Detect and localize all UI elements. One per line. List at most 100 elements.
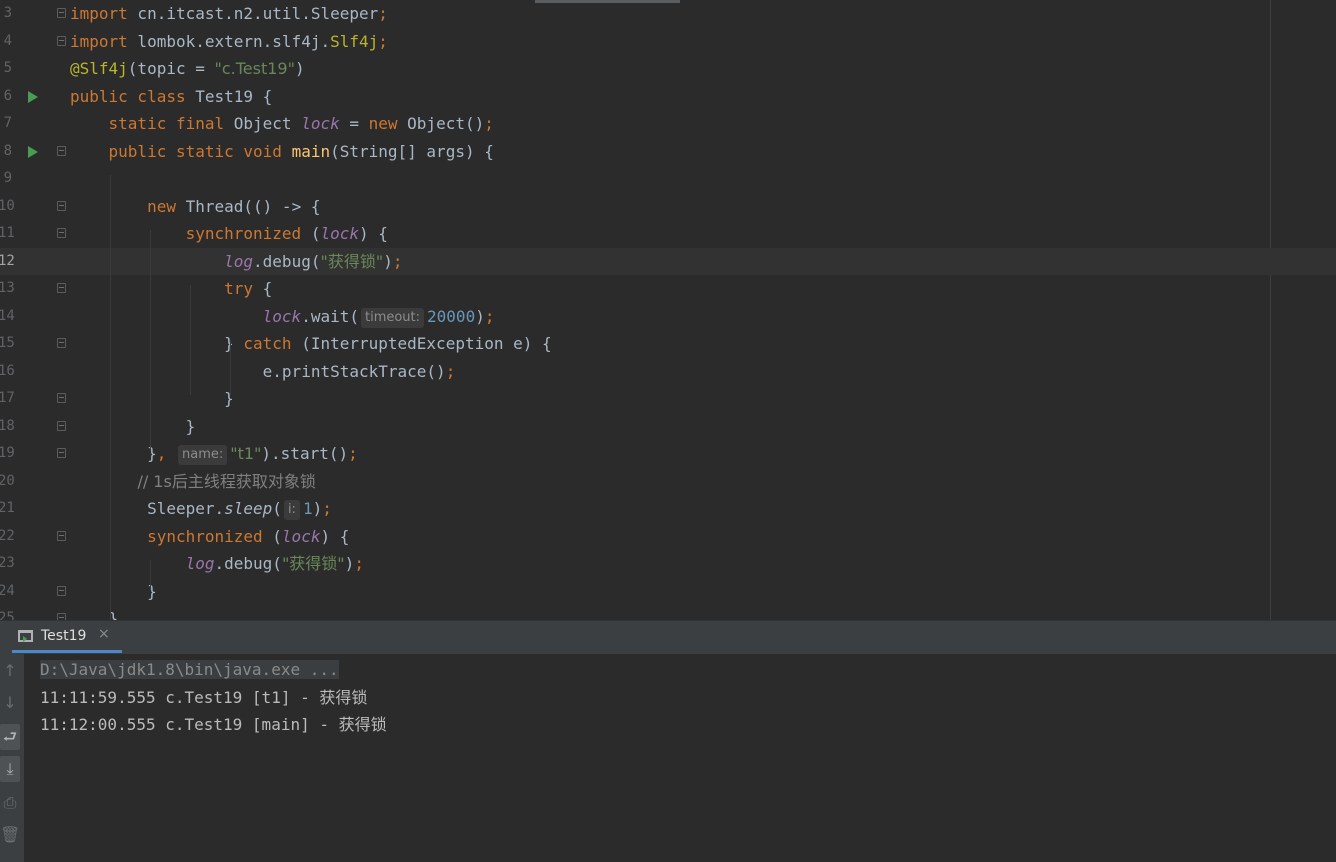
console-text: D:\Java\jdk1.8\bin\java.exe ...: [40, 660, 339, 679]
up-arrow-icon[interactable]: ↑: [0, 658, 20, 684]
code-token: ).start(): [261, 444, 349, 463]
down-arrow-icon[interactable]: ↓: [0, 690, 20, 716]
line-number[interactable]: 6: [0, 83, 12, 111]
run-tab-bar: Test19 ×: [0, 620, 1336, 655]
line-number[interactable]: 13: [0, 275, 15, 303]
code-line[interactable]: 3 import cn.itcast.n2.util.Sleeper;: [0, 0, 1336, 28]
code-text: public static void main(String[] args) {: [70, 138, 494, 166]
line-number[interactable]: 11: [0, 220, 15, 248]
line-number[interactable]: 15: [0, 330, 15, 358]
code-line[interactable]: 5 @Slf4j(topic = "c.Test19"): [0, 55, 1336, 83]
code-token: public static void: [108, 141, 282, 161]
line-number[interactable]: 4: [0, 28, 12, 56]
run-gutter-icon[interactable]: [28, 90, 38, 103]
code-line[interactable]: 6 public class Test19 {: [0, 83, 1336, 111]
line-number[interactable]: 14: [0, 303, 15, 331]
code-text: }: [70, 385, 234, 413]
code-text: synchronized (lock) {: [70, 523, 349, 551]
fold-marker-icon[interactable]: [57, 613, 66, 620]
code-line[interactable]: 16 e.printStackTrace();: [0, 358, 1336, 386]
line-number[interactable]: 9: [0, 165, 12, 193]
line-number[interactable]: 10: [0, 193, 15, 221]
code-token: "t1": [230, 444, 262, 463]
code-token: @Slf4j: [70, 59, 128, 78]
fold-marker-icon[interactable]: [57, 228, 66, 238]
code-line[interactable]: 23 log.debug("获得锁");: [0, 550, 1336, 578]
fold-marker-icon[interactable]: [57, 283, 66, 293]
line-number[interactable]: 12: [0, 248, 15, 276]
code-line[interactable]: 19 }, name: "t1").start();: [0, 440, 1336, 468]
line-number[interactable]: 7: [0, 110, 12, 138]
line-number[interactable]: 25: [0, 605, 15, 620]
fold-marker-icon[interactable]: [57, 448, 66, 458]
tab-test19[interactable]: Test19 ×: [12, 621, 122, 653]
console-output[interactable]: D:\Java\jdk1.8\bin\java.exe ... 11:11:59.…: [24, 654, 1336, 862]
fold-marker-icon[interactable]: [57, 338, 66, 348]
close-icon[interactable]: ×: [98, 626, 110, 642]
line-number[interactable]: 8: [0, 138, 12, 166]
code-line[interactable]: 25 }: [0, 605, 1336, 620]
soft-wrap-icon[interactable]: ⮐: [0, 724, 20, 750]
line-number[interactable]: 16: [0, 358, 15, 386]
code-token: ,: [156, 444, 167, 463]
tab-label: Test19: [41, 628, 87, 644]
fold-marker-icon[interactable]: [57, 200, 66, 211]
line-number[interactable]: 24: [0, 578, 15, 606]
code-text: import cn.itcast.n2.util.Sleeper;: [70, 0, 388, 28]
code-line[interactable]: 9: [0, 165, 1336, 193]
code-token: lombok.extern.slf4j.: [127, 31, 331, 51]
line-number[interactable]: 18: [0, 413, 15, 441]
code-line[interactable]: 13 try {: [0, 275, 1336, 303]
console-command-line: D:\Java\jdk1.8\bin\java.exe ...: [40, 656, 339, 683]
line-number[interactable]: 3: [0, 0, 12, 28]
fold-marker-icon[interactable]: [57, 393, 66, 403]
code-line[interactable]: 10 new Thread(() -> {: [0, 193, 1336, 221]
code-token: import: [70, 4, 128, 23]
run-gutter-icon[interactable]: [28, 145, 38, 158]
code-line[interactable]: 11 synchronized (lock) {: [0, 220, 1336, 248]
fold-marker-icon[interactable]: [57, 530, 66, 541]
line-number[interactable]: 21: [0, 495, 15, 523]
fold-marker-icon[interactable]: [57, 145, 66, 156]
code-token: lock: [320, 224, 359, 243]
scroll-to-end-icon[interactable]: ⤓: [0, 756, 20, 782]
code-line[interactable]: 18 }: [0, 413, 1336, 441]
code-line[interactable]: 14 lock.wait(timeout: 20000);: [0, 303, 1336, 331]
line-number[interactable]: 19: [0, 440, 15, 468]
code-line[interactable]: 17 }: [0, 385, 1336, 413]
code-token: {: [253, 279, 273, 298]
fold-marker-icon[interactable]: [57, 420, 66, 431]
code-token: lock: [281, 526, 321, 546]
code-editor[interactable]: 3 import cn.itcast.n2.util.Sleeper; 4 impor…: [0, 0, 1336, 620]
line-number[interactable]: 20: [0, 468, 15, 496]
code-line[interactable]: 7 static final Object lock = new Object(…: [0, 110, 1336, 138]
line-number[interactable]: 5: [0, 55, 12, 83]
code-token: }: [70, 416, 196, 436]
code-line[interactable]: 8 public static void main(String[] args)…: [0, 138, 1336, 166]
code-line[interactable]: 21 Sleeper.sleep(i: 1);: [0, 495, 1336, 523]
indent-guide: [150, 230, 151, 450]
code-text: } catch (InterruptedException e) {: [70, 330, 552, 358]
code-token: try: [224, 279, 254, 298]
code-line[interactable]: 24 }: [0, 578, 1336, 606]
code-text: }: [70, 578, 157, 606]
fold-marker-icon[interactable]: [57, 35, 66, 46]
line-number[interactable]: 23: [0, 550, 15, 578]
fold-marker-icon[interactable]: [57, 8, 66, 18]
print-icon[interactable]: ⎙: [0, 790, 20, 816]
code-line[interactable]: 4 import lombok.extern.slf4j.Slf4j;: [0, 28, 1336, 56]
code-line[interactable]: 20 // 1s后主线程获取对象锁: [0, 468, 1336, 496]
code-token: static final: [108, 114, 225, 133]
trash-icon[interactable]: 🗑: [0, 822, 20, 848]
fold-marker-icon[interactable]: [57, 585, 66, 596]
code-line[interactable]: 15 } catch (InterruptedException e) {: [0, 330, 1336, 358]
code-line[interactable]: 22 synchronized (lock) {: [0, 523, 1336, 551]
code-token: =: [339, 114, 369, 133]
line-number[interactable]: 17: [0, 385, 15, 413]
code-line[interactable]: 12 log.debug("获得锁");: [0, 247, 1336, 276]
line-number[interactable]: 22: [0, 523, 15, 551]
code-token: ;: [322, 499, 332, 518]
